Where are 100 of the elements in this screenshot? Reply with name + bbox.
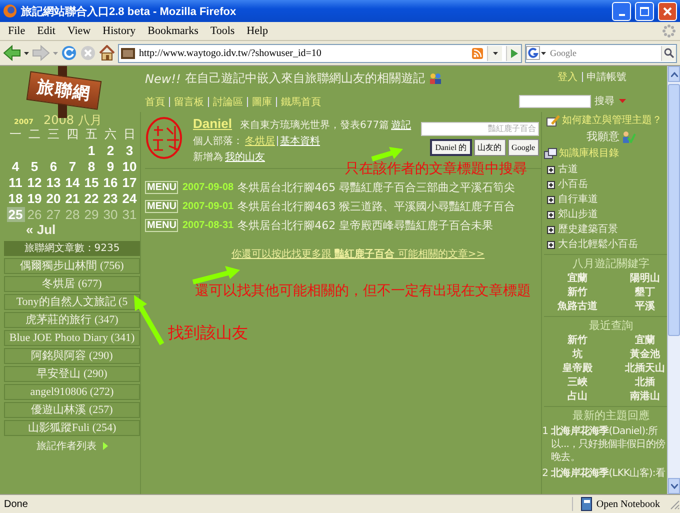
url-dropdown-button[interactable] (487, 46, 502, 60)
calendar-day[interactable]: 1 (82, 142, 100, 158)
knowledge-root-link[interactable]: 知識庫根目錄 (559, 147, 620, 160)
expand-icon[interactable] (547, 166, 556, 174)
recent-query-link[interactable]: 皇帝殿 (562, 362, 592, 375)
menu-item[interactable]: Bookmarks (142, 25, 204, 37)
maximize-button[interactable] (635, 2, 654, 20)
recent-query-link[interactable]: 黃金池 (630, 348, 660, 361)
related-articles-link[interactable]: 你還可以按此找更多跟 豔紅鹿子百合 可能相關的文章>> (231, 247, 485, 261)
calendar-day[interactable]: 16 (102, 174, 120, 190)
expand-icon[interactable] (547, 226, 556, 234)
search-scope-button[interactable]: Daniel 的 (430, 139, 472, 156)
author-item[interactable]: angel910806 (272) (4, 384, 140, 400)
menu-item[interactable]: Edit (31, 25, 62, 37)
home-icon[interactable] (99, 45, 115, 61)
scroll-up-button[interactable] (668, 66, 680, 82)
open-notebook-button[interactable]: Open Notebook (572, 497, 668, 511)
post-title-link[interactable]: 冬烘居台北行腳463 猴三道路、平溪國小尋豔紅鹿子百合 (238, 199, 516, 214)
recent-query-link[interactable]: 占山 (567, 390, 588, 403)
calendar-day[interactable]: 12 (26, 174, 44, 190)
menu-item[interactable]: View (61, 25, 97, 37)
calendar-day[interactable]: 18 (6, 190, 24, 206)
keyword-link[interactable]: 宜蘭 (567, 272, 588, 285)
tree-item-link[interactable]: 郊山步道 (558, 208, 598, 221)
author-item[interactable]: 冬烘居 (677) (4, 276, 140, 292)
calendar-day[interactable]: 9 (102, 158, 120, 174)
minimize-button[interactable] (612, 2, 631, 20)
recent-query-link[interactable]: 北插 (634, 376, 655, 389)
announcement-text[interactable]: 在自己遊記中嵌入來自旅聯網山友的相關遊記 (184, 70, 425, 87)
calendar-day[interactable]: 17 (120, 174, 138, 190)
tree-item-link[interactable]: 古道 (558, 163, 578, 176)
account-link[interactable]: 申請帳號 (586, 70, 626, 84)
url-field[interactable]: http://www.waytogo.idv.tw/?showuser_id=10 (118, 44, 522, 62)
post-title-link[interactable]: 冬烘居台北行腳462 皇帝殿西峰尋豔紅鹿子百合未果 (238, 218, 494, 233)
nav-link[interactable]: 鐵馬首頁 (281, 95, 321, 109)
tree-item-link[interactable]: 自行車道 (558, 193, 598, 206)
title-search-field[interactable]: 豔紅鹿子百合 (421, 122, 540, 136)
author-item[interactable]: 虎茅莊的旅行 (347) (4, 312, 140, 328)
dropdown-caret-icon[interactable] (24, 52, 29, 54)
expand-icon[interactable] (547, 180, 556, 188)
menu-label[interactable]: MENU (145, 219, 178, 232)
calendar-day[interactable]: 6 (44, 158, 62, 174)
calendar-day[interactable]: 22 (82, 190, 100, 206)
scroll-down-button[interactable] (668, 478, 680, 494)
site-search-field[interactable] (518, 94, 590, 108)
reply-link[interactable]: 北海岸花海季(Daniel):所以...，只好挑個非假日的傍晚去。 (551, 425, 667, 464)
author-item[interactable]: 優遊山林溪 (257) (4, 402, 140, 418)
google-icon[interactable] (526, 46, 546, 60)
recent-query-link[interactable]: 新竹 (567, 334, 588, 347)
calendar-day[interactable]: 3 (120, 142, 138, 158)
calendar-day[interactable]: 13 (44, 174, 62, 190)
expand-icon[interactable] (547, 196, 556, 204)
calendar-day[interactable]: 15 (82, 174, 100, 190)
search-field[interactable]: Google (525, 44, 677, 62)
author-item[interactable]: Tony的自然人文旅記 (5 (4, 294, 140, 310)
author-item[interactable]: Blue JOE Photo Diary (341) (4, 330, 140, 346)
previous-month-link[interactable]: « Jul (4, 222, 140, 239)
calendar-day[interactable]: 5 (26, 158, 44, 174)
recent-query-link[interactable]: 北插天山 (624, 362, 665, 375)
profile-link[interactable]: 基本資料 (280, 134, 320, 148)
menu-label[interactable]: MENU (145, 181, 178, 194)
reply-link[interactable]: 北海岸花海季(LKK山客):看 (551, 467, 667, 480)
menu-item[interactable]: Tools (204, 25, 241, 37)
menu-item[interactable]: File (2, 25, 32, 37)
site-logo[interactable]: 旅聯網 (26, 71, 102, 110)
tree-item-link[interactable]: 大台北輕鬆小百岳 (558, 238, 638, 251)
search-scope-button[interactable]: 山友的 (474, 139, 506, 156)
menu-item[interactable]: History (96, 25, 142, 37)
journal-link[interactable]: 遊記 (391, 118, 412, 132)
help-link[interactable]: 如何建立與管理主題？ (562, 114, 662, 127)
post-title-link[interactable]: 冬烘居台北行腳465 尋豔紅鹿子百合三部曲之平溪石筍尖 (238, 180, 516, 195)
recent-query-link[interactable]: 坑 (572, 348, 582, 361)
calendar-day[interactable]: 4 (6, 158, 24, 174)
search-link[interactable]: 搜尋 (594, 94, 614, 108)
calendar-day[interactable]: 25 (6, 206, 24, 222)
rss-feed-icon[interactable] (472, 48, 483, 58)
recent-query-link[interactable]: 宜蘭 (634, 334, 655, 347)
calendar-day[interactable]: 20 (44, 190, 62, 206)
tree-item-link[interactable]: 歷史建築百景 (558, 223, 618, 236)
calendar-day[interactable]: 14 (64, 174, 82, 190)
author-item[interactable]: 阿銘與阿容 (290) (4, 348, 140, 364)
calendar-day[interactable]: 24 (120, 190, 138, 206)
add-friend-link[interactable]: 我的山友 (225, 150, 265, 164)
keyword-link[interactable]: 魚路古道 (557, 300, 598, 313)
expand-icon[interactable] (547, 240, 556, 248)
user-name-link[interactable]: Daniel (193, 116, 232, 131)
tree-item-link[interactable]: 小百岳 (558, 178, 588, 191)
account-link[interactable]: 登入 (558, 70, 578, 84)
author-item[interactable]: 早安登山 (290) (4, 366, 140, 382)
volunteer-link[interactable]: 我願意 (586, 130, 620, 143)
calendar-day[interactable]: 11 (6, 174, 24, 190)
keyword-link[interactable]: 新竹 (567, 286, 588, 299)
reload-icon[interactable] (61, 45, 77, 61)
scrollbar-thumb[interactable] (668, 84, 680, 336)
back-arrow-icon[interactable] (3, 45, 21, 61)
resize-grip-icon[interactable] (668, 498, 680, 510)
calendar-day[interactable]: 21 (64, 190, 82, 206)
author-list-link[interactable]: 旅記作者列表 (36, 439, 96, 453)
calendar-day[interactable]: 2 (102, 142, 120, 158)
nav-link[interactable]: 圖庫 (252, 95, 272, 109)
